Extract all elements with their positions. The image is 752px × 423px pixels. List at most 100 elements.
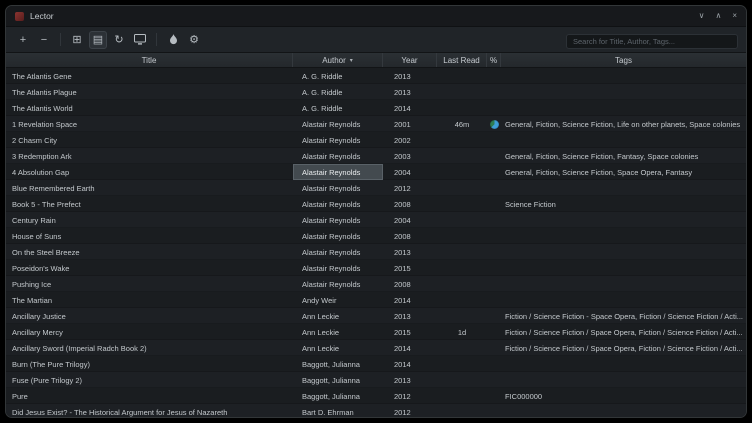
cell-author: Alastair Reynolds [293,260,383,276]
cell-tags [501,404,746,417]
cell-progress [487,68,501,84]
table-row[interactable]: Ancillary Sword (Imperial Radch Book 2)A… [6,340,746,356]
cell-tags: FIC000000 [501,388,746,404]
cell-title: Pure [6,388,293,404]
table-row[interactable]: On the Steel BreezeAlastair Reynolds2013 [6,244,746,260]
table-row[interactable]: Ancillary MercyAnn Leckie20151dFiction /… [6,324,746,340]
table-header: Title Author ▾ Year Last Read % Tags [6,53,746,68]
cell-tags [501,276,746,292]
column-header-label: Title [142,56,157,65]
cell-year: 2013 [383,372,437,388]
cell-title: Ancillary Mercy [6,324,293,340]
cell-title: Book 5 - The Prefect [6,196,293,212]
cell-progress [487,308,501,324]
toolbar: + − ⊞ ▤ ↻ ⚙ [6,26,746,53]
reading-mode-button[interactable] [131,31,149,49]
cell-author: Alastair Reynolds [293,212,383,228]
cell-tags [501,180,746,196]
cell-last-read [437,180,487,196]
column-header-tags[interactable]: Tags [501,53,746,67]
cell-progress [487,404,501,417]
cell-title: Ancillary Justice [6,308,293,324]
delete-book-button[interactable]: − [35,31,53,49]
cell-progress [487,84,501,100]
toolbar-separator [60,33,61,46]
column-header-progress[interactable]: % [487,53,501,67]
cell-year: 2012 [383,180,437,196]
table-row[interactable]: 1 Revelation SpaceAlastair Reynolds20014… [6,116,746,132]
table-row[interactable]: Book 5 - The PrefectAlastair Reynolds200… [6,196,746,212]
table-row[interactable]: Ancillary JusticeAnn Leckie2013Fiction /… [6,308,746,324]
table-row[interactable]: Did Jesus Exist? - The Historical Argume… [6,404,746,417]
column-header-year[interactable]: Year [383,53,437,67]
titlebar[interactable]: Lector ∨ ∧ × [6,6,746,26]
column-header-title[interactable]: Title [6,53,293,67]
table-row[interactable]: 3 Redemption ArkAlastair Reynolds2003Gen… [6,148,746,164]
table-row[interactable]: The Atlantis PlagueA. G. Riddle2013 [6,84,746,100]
cell-tags [501,212,746,228]
table-row[interactable]: 2 Chasm CityAlastair Reynolds2002 [6,132,746,148]
add-book-button[interactable]: + [14,31,32,49]
window-controls: ∨ ∧ × [699,12,737,20]
cell-last-read [437,340,487,356]
cell-progress [487,356,501,372]
grid-view-icon: ⊞ [72,33,81,46]
cell-year: 2001 [383,116,437,132]
table-row[interactable]: The Atlantis WorldA. G. Riddle2014 [6,100,746,116]
table-row[interactable]: Blue Remembered EarthAlastair Reynolds20… [6,180,746,196]
cell-tags: Fiction / Science Fiction / Space Opera,… [501,324,746,340]
app-icon [15,12,24,21]
cell-last-read [437,260,487,276]
cell-year: 2014 [383,356,437,372]
refresh-button[interactable]: ↻ [110,31,128,49]
cover-view-button[interactable]: ⊞ [68,31,86,49]
cell-year: 2013 [383,244,437,260]
table-row[interactable]: House of SunsAlastair Reynolds2008 [6,228,746,244]
close-button[interactable]: × [732,12,737,20]
table-row[interactable]: Burn (The Pure Trilogy)Baggott, Julianna… [6,356,746,372]
column-header-author[interactable]: Author ▾ [293,53,383,67]
settings-button[interactable]: ⚙ [185,31,203,49]
table-row[interactable]: The Atlantis GeneA. G. Riddle2013 [6,68,746,84]
cell-last-read [437,228,487,244]
cell-author: A. G. Riddle [293,100,383,116]
cell-title: Poseidon's Wake [6,260,293,276]
search-input[interactable] [566,34,738,49]
cell-progress [487,212,501,228]
cell-author: Bart D. Ehrman [293,404,383,417]
table-row[interactable]: PureBaggott, Julianna2012FIC000000 [6,388,746,404]
cell-author: Alastair Reynolds [293,116,383,132]
theme-button[interactable] [164,31,182,49]
cell-year: 2015 [383,324,437,340]
cell-title: Blue Remembered Earth [6,180,293,196]
table-row[interactable]: Century RainAlastair Reynolds2004 [6,212,746,228]
cell-tags [501,244,746,260]
refresh-icon: ↻ [114,33,123,46]
table-row[interactable]: Fuse (Pure Trilogy 2)Baggott, Julianna20… [6,372,746,388]
cell-last-read [437,276,487,292]
cell-year: 2012 [383,388,437,404]
cell-year: 2013 [383,68,437,84]
cell-year: 2004 [383,212,437,228]
cell-author: Alastair Reynolds [293,180,383,196]
table-row[interactable]: 4 Absolution GapAlastair Reynolds2004Gen… [6,164,746,180]
table-row[interactable]: The MartianAndy Weir2014 [6,292,746,308]
cell-progress [487,388,501,404]
table-row[interactable]: Poseidon's WakeAlastair Reynolds2015 [6,260,746,276]
cell-year: 2008 [383,276,437,292]
cell-year: 2014 [383,292,437,308]
cell-last-read [437,84,487,100]
cell-tags [501,260,746,276]
cell-year: 2008 [383,196,437,212]
minimize-button[interactable]: ∨ [699,12,705,20]
window-title: Lector [30,11,54,21]
cell-tags: General, Fiction, Science Fiction, Space… [501,164,746,180]
table-row[interactable]: Pushing IceAlastair Reynolds2008 [6,276,746,292]
table-view-button[interactable]: ▤ [89,31,107,49]
column-header-last-read[interactable]: Last Read [437,53,487,67]
maximize-button[interactable]: ∧ [715,12,721,20]
progress-pie-icon [490,120,499,129]
toolbar-separator [156,33,157,46]
cell-last-read [437,292,487,308]
cell-title: The Atlantis World [6,100,293,116]
